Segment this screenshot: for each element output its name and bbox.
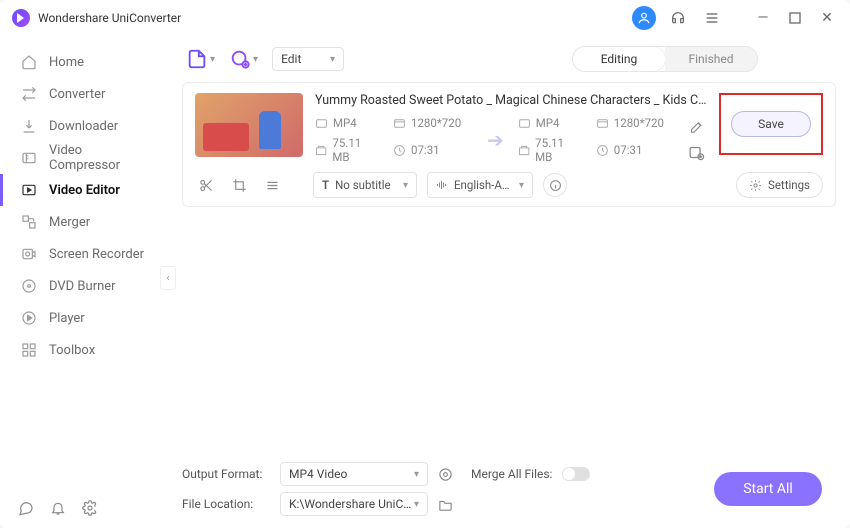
edit-label: Edit xyxy=(281,52,301,66)
merger-icon xyxy=(21,214,37,230)
src-size: 75.11 MB xyxy=(315,136,379,164)
chevron-down-icon: ▾ xyxy=(403,180,408,191)
nav-label: Screen Recorder xyxy=(49,247,144,262)
chevron-down-icon: ▾ xyxy=(414,499,419,510)
start-all-button[interactable]: Start All xyxy=(714,472,822,506)
video-thumbnail[interactable] xyxy=(195,93,303,157)
open-folder-icon[interactable] xyxy=(438,497,453,512)
nav-label: Video Editor xyxy=(49,183,120,198)
minimize-button[interactable]: — xyxy=(752,7,774,29)
output-format-dropdown[interactable]: MP4 Video ▾ xyxy=(280,462,428,486)
collapse-sidebar-button[interactable]: ‹ xyxy=(160,266,176,290)
more-icon[interactable] xyxy=(265,178,280,193)
file-settings-button[interactable]: Settings xyxy=(736,172,823,198)
add-url-button[interactable]: ▾ xyxy=(229,48,258,70)
subtitle-value: No subtitle xyxy=(335,178,391,192)
file-card: Yummy Roasted Sweet Potato _ Magical Chi… xyxy=(182,82,836,207)
nav-label: DVD Burner xyxy=(49,279,116,294)
nav-label: Toolbox xyxy=(49,343,95,358)
player-icon xyxy=(21,310,37,326)
language-dropdown[interactable]: English-Advan... ▾ xyxy=(427,172,533,198)
src-duration: 07:31 xyxy=(393,136,473,164)
chevron-down-icon: ▾ xyxy=(414,469,419,480)
merge-label: Merge All Files: xyxy=(471,467,552,481)
output-format-label: Output Format: xyxy=(182,467,270,481)
compressor-icon xyxy=(21,150,37,166)
dst-resolution: 1280*720 xyxy=(596,116,676,130)
info-button[interactable] xyxy=(543,173,567,197)
nav-toolbox[interactable]: Toolbox xyxy=(0,334,168,366)
nav-label: Converter xyxy=(49,87,105,102)
output-format-value: MP4 Video xyxy=(289,467,347,481)
file-location-value: K:\Wondershare UniConverter xyxy=(289,497,414,511)
nav-merger[interactable]: Merger xyxy=(0,206,168,238)
nav-converter[interactable]: Converter xyxy=(0,78,168,110)
nav-label: Home xyxy=(49,55,84,70)
close-button[interactable]: ✕ xyxy=(816,7,838,29)
trim-icon[interactable] xyxy=(199,178,214,193)
language-value: English-Advan... xyxy=(454,178,513,192)
tab-editing[interactable]: Editing xyxy=(573,47,665,71)
nav-compressor[interactable]: Video Compressor xyxy=(0,142,168,174)
file-name: Yummy Roasted Sweet Potato _ Magical Chi… xyxy=(315,93,707,108)
subtitle-dropdown[interactable]: T No subtitle ▾ xyxy=(313,172,417,198)
output-settings-icon[interactable] xyxy=(688,144,705,161)
nav-downloader[interactable]: Downloader xyxy=(0,110,168,142)
edit-dropdown[interactable]: Edit ▾ xyxy=(272,47,344,71)
save-highlight: Save xyxy=(719,93,823,155)
chevron-down-icon: ▾ xyxy=(330,54,335,65)
crop-icon[interactable] xyxy=(232,178,247,193)
account-button[interactable] xyxy=(632,6,656,30)
home-icon xyxy=(21,54,37,70)
notification-icon[interactable] xyxy=(50,500,66,516)
nav-screen-recorder[interactable]: Screen Recorder xyxy=(0,238,168,270)
subtitle-icon: T xyxy=(322,178,329,192)
dst-format: MP4 xyxy=(518,116,582,130)
editor-icon xyxy=(21,182,37,198)
dvd-icon xyxy=(21,278,37,294)
support-button[interactable] xyxy=(666,6,690,30)
src-resolution: 1280*720 xyxy=(393,116,473,130)
src-format: MP4 xyxy=(315,116,379,130)
merge-toggle[interactable] xyxy=(562,467,590,481)
nav-label: Video Compressor xyxy=(49,143,150,173)
file-location-dropdown[interactable]: K:\Wondershare UniConverter ▾ xyxy=(280,492,428,516)
nav-label: Downloader xyxy=(49,119,118,134)
nav-label: Merger xyxy=(49,215,90,230)
status-tabs: Editing Finished xyxy=(572,46,758,72)
downloader-icon xyxy=(21,118,37,134)
tab-finished[interactable]: Finished xyxy=(665,47,757,71)
nav-player[interactable]: Player xyxy=(0,302,168,334)
feedback-icon[interactable] xyxy=(18,500,34,516)
nav-video-editor[interactable]: Video Editor xyxy=(0,174,168,206)
converter-icon xyxy=(21,86,37,102)
audio-icon xyxy=(436,179,448,191)
app-logo xyxy=(12,9,30,27)
menu-button[interactable] xyxy=(700,6,724,30)
arrow-icon: ➔ xyxy=(481,128,510,152)
nav-dvd-burner[interactable]: DVD Burner xyxy=(0,270,168,302)
file-location-label: File Location: xyxy=(182,497,270,511)
sidebar: Home Converter Downloader Video Compress… xyxy=(0,36,168,528)
format-settings-icon[interactable] xyxy=(438,467,453,482)
dst-size: 75.11 MB xyxy=(518,136,582,164)
gear-icon xyxy=(749,179,762,192)
edit-name-icon[interactable] xyxy=(689,119,704,134)
nav-home[interactable]: Home xyxy=(0,46,168,78)
chevron-down-icon: ▾ xyxy=(253,54,258,65)
settings-gear-icon[interactable] xyxy=(82,500,98,516)
recorder-icon xyxy=(21,246,37,262)
app-name: Wondershare UniConverter xyxy=(38,11,181,25)
nav-label: Player xyxy=(49,311,85,326)
save-button[interactable]: Save xyxy=(731,111,811,137)
toolbox-icon xyxy=(21,342,37,358)
add-file-button[interactable]: ▾ xyxy=(186,48,215,70)
maximize-button[interactable] xyxy=(784,7,806,29)
settings-label: Settings xyxy=(768,178,810,192)
dst-duration: 07:31 xyxy=(596,136,676,164)
chevron-down-icon: ▾ xyxy=(210,54,215,65)
chevron-down-icon: ▾ xyxy=(519,180,524,191)
